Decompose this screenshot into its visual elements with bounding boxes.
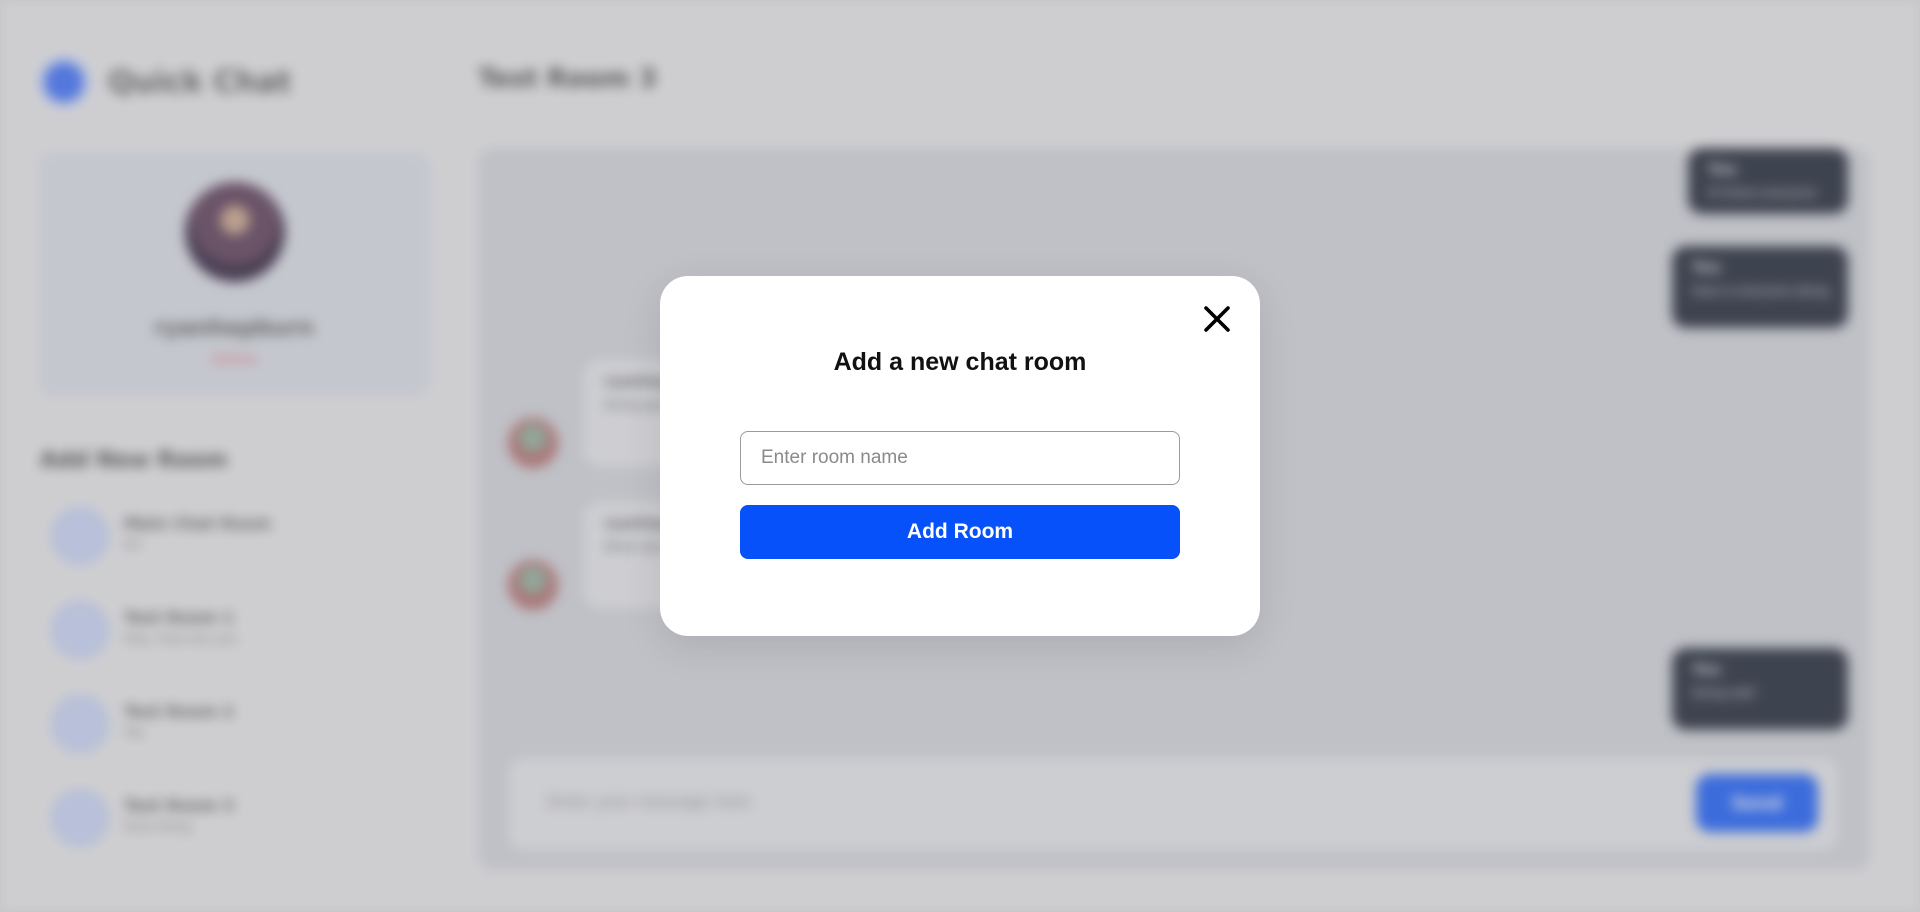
add-room-button[interactable]: Add Room bbox=[740, 505, 1180, 559]
close-button[interactable] bbox=[1200, 302, 1234, 336]
modal-title: Add a new chat room bbox=[833, 348, 1087, 376]
close-icon bbox=[1204, 306, 1230, 332]
add-room-modal: Add a new chat room Add Room bbox=[660, 276, 1260, 636]
room-name-input[interactable] bbox=[740, 431, 1180, 485]
